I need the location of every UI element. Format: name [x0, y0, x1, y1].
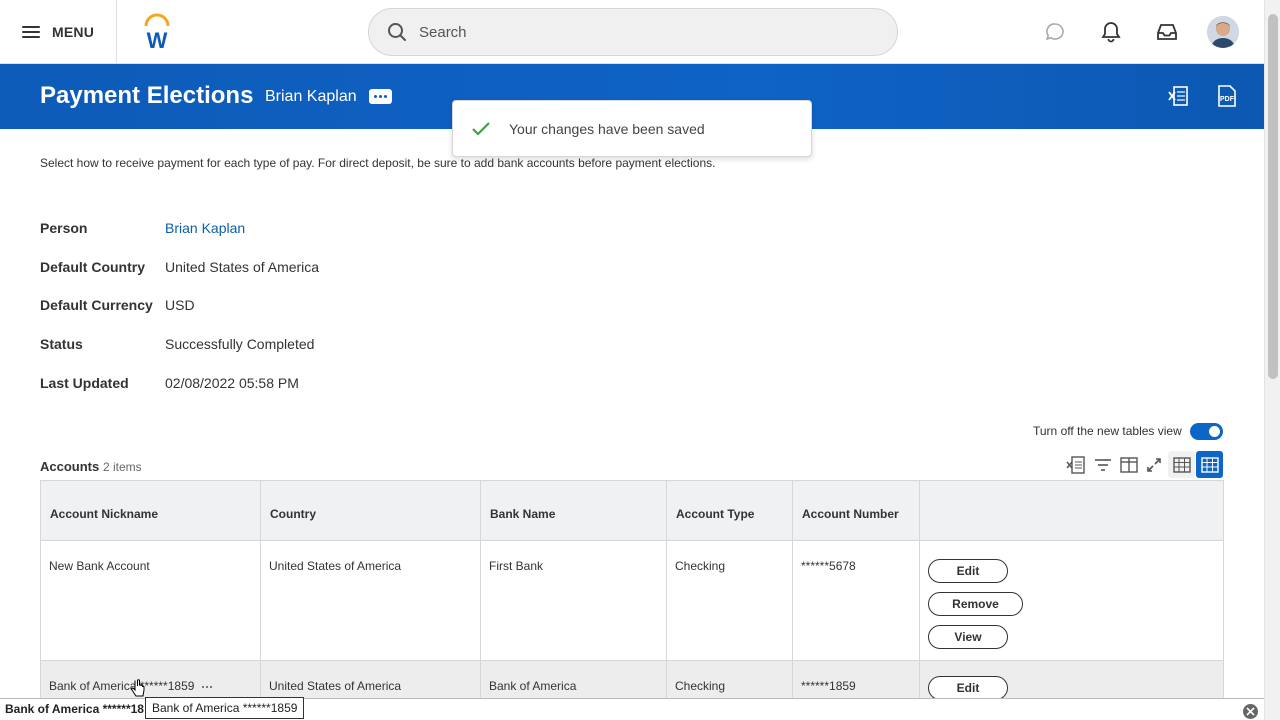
- checkmark-icon: [472, 121, 490, 136]
- menu-label: MENU: [52, 24, 95, 40]
- remove-button[interactable]: Remove: [928, 592, 1023, 616]
- column-header-account-number[interactable]: Account Number: [792, 480, 920, 541]
- column-header-country[interactable]: Country: [260, 480, 481, 541]
- table-row: New Bank Account United States of Americ…: [40, 540, 1224, 661]
- cell-bank-name: First Bank: [480, 540, 667, 661]
- success-toast: Your changes have been saved: [452, 100, 812, 157]
- related-actions-button[interactable]: [369, 89, 392, 104]
- svg-text:PDF: PDF: [1220, 96, 1235, 103]
- inbox-icon[interactable]: [1155, 20, 1179, 44]
- svg-text:W: W: [147, 28, 168, 52]
- top-bar: MENU W: [0, 0, 1264, 64]
- columns-icon[interactable]: [1119, 455, 1139, 475]
- column-header-bank-name[interactable]: Bank Name: [480, 480, 667, 541]
- user-avatar[interactable]: [1207, 16, 1239, 48]
- tooltip: Bank of America ******1859: [145, 697, 305, 719]
- cell-nickname-text: Bank of America ******1859: [49, 679, 195, 693]
- chat-icon[interactable]: [1043, 20, 1067, 44]
- default-currency-label: Default Currency: [40, 297, 153, 313]
- page-title: Payment Elections: [40, 82, 254, 109]
- cell-account-number: ******5678: [792, 540, 920, 661]
- column-header-actions: [919, 480, 1224, 541]
- cell-country: United States of America: [260, 540, 481, 661]
- accounts-title: Accounts: [40, 459, 100, 474]
- last-updated-label: Last Updated: [40, 375, 129, 391]
- default-country-value: United States of America: [165, 259, 320, 275]
- cell-actions: Edit Remove View: [919, 540, 1224, 661]
- last-updated-value: 02/08/2022 05:58 PM: [165, 375, 299, 391]
- worker-name[interactable]: Brian Kaplan: [265, 88, 357, 106]
- export-table-excel-icon[interactable]: [1066, 455, 1086, 475]
- search-input[interactable]: [419, 23, 839, 41]
- hamburger-icon: [22, 25, 40, 39]
- tables-view-toggle[interactable]: [1190, 423, 1223, 440]
- notifications-bell-icon[interactable]: [1099, 20, 1123, 44]
- cell-nickname: New Bank Account: [40, 540, 261, 661]
- export-pdf-icon[interactable]: PDF: [1215, 84, 1239, 108]
- close-icon[interactable]: [1243, 704, 1258, 719]
- cell-account-type: Checking: [666, 540, 793, 661]
- toast-message: Your changes have been saved: [509, 120, 705, 137]
- menu-button[interactable]: MENU: [0, 0, 117, 64]
- instructions-text: Select how to receive payment for each t…: [40, 156, 716, 170]
- more-options-icon[interactable]: [202, 685, 213, 688]
- fullscreen-icon[interactable]: [1144, 455, 1164, 475]
- table-header-row: Account Nickname Country Bank Name Accou…: [40, 480, 1224, 541]
- workday-logo[interactable]: W: [140, 12, 174, 52]
- filter-icon[interactable]: [1093, 455, 1113, 475]
- tables-view-toggle-label: Turn off the new tables view: [1033, 424, 1182, 438]
- view-button[interactable]: View: [928, 625, 1008, 649]
- accounts-table: Account Nickname Country Bank Name Accou…: [40, 480, 1224, 720]
- default-country-label: Default Country: [40, 259, 145, 275]
- accounts-count: 2 items: [103, 460, 142, 474]
- page-scrollbar[interactable]: [1264, 0, 1280, 720]
- scrollbar-thumb[interactable]: [1268, 14, 1278, 379]
- person-label: Person: [40, 220, 88, 236]
- status-value: Successfully Completed: [165, 336, 315, 352]
- column-header-account-type[interactable]: Account Type: [666, 480, 793, 541]
- edit-button[interactable]: Edit: [928, 676, 1008, 700]
- search-bar[interactable]: [368, 8, 898, 56]
- status-label: Status: [40, 336, 83, 352]
- export-excel-icon[interactable]: [1167, 84, 1191, 108]
- table-view-icon[interactable]: [1168, 451, 1195, 478]
- grid-view-icon[interactable]: [1196, 451, 1223, 478]
- person-link[interactable]: Brian Kaplan: [165, 220, 245, 236]
- column-header-nickname[interactable]: Account Nickname: [40, 480, 261, 541]
- default-currency-value: USD: [165, 297, 195, 313]
- edit-button[interactable]: Edit: [928, 559, 1008, 583]
- search-icon: [388, 23, 406, 41]
